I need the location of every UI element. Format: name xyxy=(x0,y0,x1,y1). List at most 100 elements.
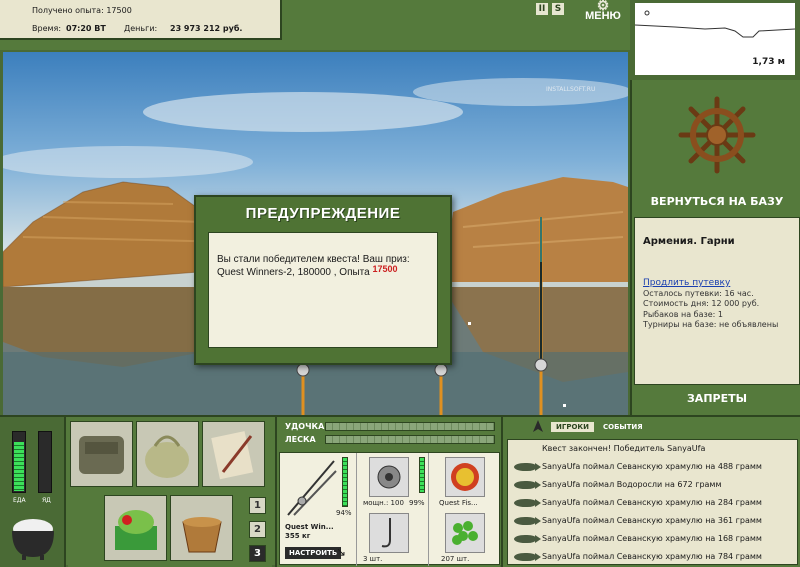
fish-icon xyxy=(514,498,541,507)
hook-slot[interactable] xyxy=(369,513,409,553)
chat-message-text: SanyaUfa поймал Севанскую храмулю на 488… xyxy=(542,462,762,471)
reel-icon xyxy=(377,465,401,489)
rod-name: Quest Win... xyxy=(285,523,334,531)
rod-weight: 355 кг xyxy=(285,532,311,540)
chat-box: Квест закончен! Победитель SanyaUfa Sany… xyxy=(507,439,798,565)
menu-button[interactable]: ⚙ МЕНЮ xyxy=(578,0,628,22)
backpack-slot[interactable] xyxy=(70,421,133,487)
fish-icon xyxy=(514,516,541,525)
fish-icon xyxy=(514,534,541,543)
bucket-icon xyxy=(182,517,222,553)
food-gauge-fill xyxy=(14,442,24,491)
xp-value: 17500 xyxy=(106,6,132,15)
reel-durability-bar xyxy=(419,457,425,493)
fish-icon xyxy=(514,552,541,561)
time-value: 07:20 ВТ xyxy=(66,24,106,33)
chat-panel: ИГРОКИ СОБЫТИЯ Квест закончен! Победител… xyxy=(501,417,800,567)
basket-icon xyxy=(115,510,157,550)
adjust-button[interactable]: НАСТРОИТЬ xyxy=(285,547,342,559)
hook-icon xyxy=(381,518,391,548)
food-label: ЕДА xyxy=(13,497,26,504)
pause-icon[interactable]: II xyxy=(536,3,548,15)
inventory-page-1[interactable]: 1 xyxy=(249,497,266,514)
watermark: INSTALLSOFT.RU xyxy=(546,86,596,93)
bottom-panel: ЕДА ЯД 1 2 3 УДОЧКА ЛЕСКА 94% Quest Win.… xyxy=(0,415,800,567)
rod-icon xyxy=(287,460,337,516)
inventory-panel: 1 2 3 xyxy=(68,417,272,567)
journal-icon xyxy=(211,431,254,480)
chat-message: SanyaUfa поймал Севанскую храмулю на 284… xyxy=(514,496,794,510)
warning-dialog: ПРЕДУПРЕЖДЕНИЕ Вы стали победителем квес… xyxy=(194,195,452,365)
bait-count: 207 шт. xyxy=(441,555,470,563)
time-label: Время: xyxy=(32,24,62,33)
fish-icon xyxy=(514,462,541,471)
menu-label: МЕНЮ xyxy=(585,10,621,22)
reel-slot[interactable] xyxy=(369,457,409,497)
extend-permit-link[interactable]: Продлить путевку xyxy=(643,278,778,289)
rod-durability-bar xyxy=(342,457,348,507)
chat-message: Квест закончен! Победитель SanyaUfa xyxy=(542,444,706,453)
right-panel: ВЕРНУТЬСЯ НА БАЗУ Армения. Гарни Продлит… xyxy=(630,80,800,415)
days-left: Осталось путевки: 16 час. xyxy=(643,288,754,298)
tournaments-status: Турниры на базе: не объявлены xyxy=(643,320,779,329)
rod-bar-label: УДОЧКА xyxy=(285,422,325,431)
tackle-grid: 94% Quest Win... 355 кг НАСТРОИТЬ ↘ мощн… xyxy=(279,452,501,566)
ship-wheel-icon xyxy=(678,96,756,174)
chat-message-text: SanyaUfa поймал Севанскую храмулю на 284… xyxy=(542,498,762,507)
rod-tension-bar xyxy=(325,422,495,431)
line-spool-slot[interactable] xyxy=(445,457,485,497)
bans-button[interactable]: ЗАПРЕТЫ xyxy=(632,392,800,405)
bag-icon xyxy=(145,435,189,478)
poison-gauge-fill xyxy=(40,436,50,491)
reel-hook-cell: мощн.: 100 99% 3 шт. xyxy=(357,453,429,566)
return-to-base-button[interactable]: ВЕРНУТЬСЯ НА БАЗУ xyxy=(632,195,800,208)
tab-events[interactable]: СОБЫТИЯ xyxy=(598,422,648,432)
reel-power: мощн.: 100 xyxy=(363,499,404,507)
money-value: 23 973 212 руб. xyxy=(170,24,243,33)
chat-message: SanyaUfa поймал Севанскую храмулю на 784… xyxy=(514,550,794,564)
gear-icon: ⚙ xyxy=(596,0,610,13)
peas-icon xyxy=(452,521,478,545)
line-tension-bar xyxy=(325,435,495,444)
rod-cell[interactable]: 94% Quest Win... 355 кг НАСТРОИТЬ ↘ xyxy=(280,453,357,566)
cauldron-icon[interactable] xyxy=(8,509,58,561)
backpack-icon xyxy=(79,436,124,474)
day-cost: Стоимость дня: 12 000 руб. xyxy=(643,299,760,308)
bait-cell: Quest Fis... 207 шт. xyxy=(429,453,501,566)
xp-row: Получено опыта: 17500 xyxy=(32,6,132,15)
arrow-up-icon[interactable] xyxy=(533,420,543,432)
xp-label: Получено опыта: xyxy=(32,6,104,15)
sound-icon[interactable]: S xyxy=(552,3,564,15)
bait-name: Quest Fis... xyxy=(439,499,478,507)
location-name: Армения. Гарни xyxy=(643,236,735,247)
dialog-body: Вы стали победителем квеста! Ваш приз: Q… xyxy=(208,232,438,348)
reel-percent: 99% xyxy=(409,499,425,507)
bait-slot[interactable] xyxy=(445,513,485,553)
poison-gauge xyxy=(38,431,52,493)
tab-players[interactable]: ИГРОКИ xyxy=(551,422,594,432)
location-info: Армения. Гарни Продлить путевку Осталось… xyxy=(634,217,800,385)
inventory-page-2[interactable]: 2 xyxy=(249,521,266,538)
location-details: Продлить путевку Осталось путевки: 16 ча… xyxy=(643,278,778,331)
food-basket-slot[interactable] xyxy=(104,495,167,561)
money-label: Деньги: xyxy=(124,24,158,33)
journal-slot[interactable] xyxy=(202,421,265,487)
chat-tabs: ИГРОКИ СОБЫТИЯ xyxy=(551,422,648,432)
inventory-page-3[interactable]: 3 xyxy=(249,545,266,562)
chat-message-text: SanyaUfa поймал Севанскую храмулю на 168… xyxy=(542,534,762,543)
top-icons: II S xyxy=(536,3,564,15)
hook-count: 3 шт. xyxy=(363,555,383,563)
chat-message-text: SanyaUfa поймал Водоросли на 672 грамм xyxy=(542,480,722,489)
chat-message: SanyaUfa поймал Севанскую храмулю на 168… xyxy=(514,532,794,546)
chat-message-text: SanyaUfa поймал Севанскую храмулю на 361… xyxy=(542,516,762,525)
top-bar: Получено опыта: 17500 Время: 07:20 ВТ Де… xyxy=(0,0,630,50)
bucket-slot[interactable] xyxy=(170,495,233,561)
chat-message-text: SanyaUfa поймал Севанскую храмулю на 784… xyxy=(542,552,762,561)
food-gauge xyxy=(12,431,26,493)
player-info-panel: Получено опыта: 17500 Время: 07:20 ВТ Де… xyxy=(0,0,282,40)
gauges-panel: ЕДА ЯД xyxy=(0,417,66,567)
bag-slot[interactable] xyxy=(136,421,199,487)
dialog-title: ПРЕДУПРЕЖДЕНИЕ xyxy=(245,205,401,222)
rod-percent: 94% xyxy=(336,509,352,517)
chat-message: SanyaUfa поймал Севанскую храмулю на 361… xyxy=(514,514,794,528)
